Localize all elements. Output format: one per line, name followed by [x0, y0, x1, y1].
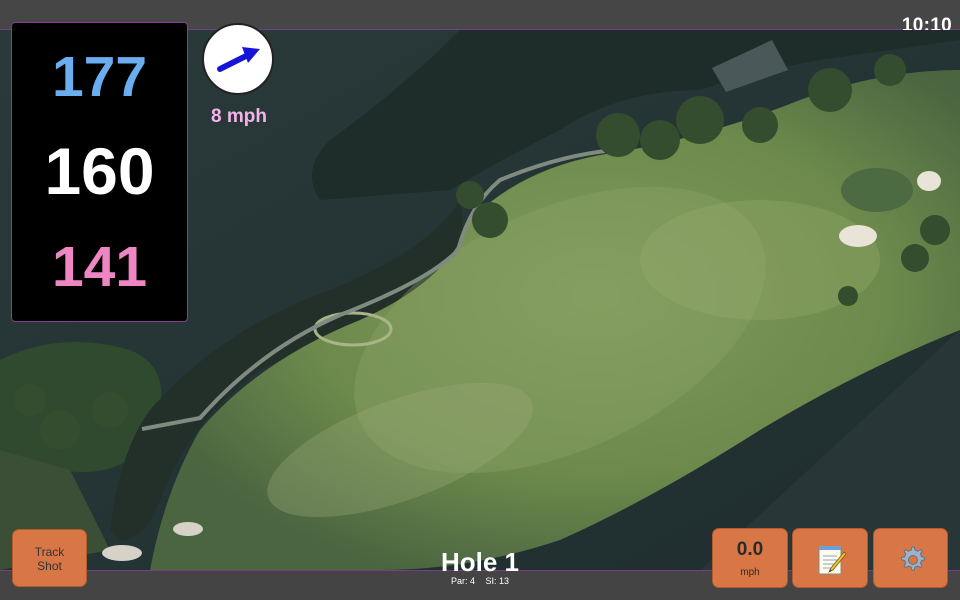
speed-button[interactable]: 0.0 mph — [712, 528, 788, 588]
track-shot-label-line2: Shot — [37, 559, 62, 573]
front-distance: 141 — [51, 235, 148, 299]
distance-panel: 177 160 141 — [11, 22, 188, 322]
speed-unit: mph — [740, 567, 760, 578]
hole-par: Par: 4 — [450, 576, 475, 586]
hole-title: Hole 1 — [440, 547, 520, 577]
track-shot-button[interactable]: Track Shot — [12, 529, 87, 587]
wind-arrow-icon — [217, 47, 260, 72]
settings-button[interactable] — [873, 528, 948, 588]
notepad-icon — [818, 546, 847, 575]
wind-speed: 8 mph — [211, 106, 267, 127]
wind-direction-dial — [202, 23, 274, 95]
speed-value: 0.0 — [736, 539, 764, 560]
gear-icon — [901, 546, 926, 571]
golf-gps-screen: 10:10 177 160 141 8 mph Track Shot Hole … — [0, 0, 960, 600]
hole-stroke-index: SI: 13 — [485, 576, 510, 586]
center-distance: 160 — [44, 134, 155, 208]
track-shot-label-line1: Track — [34, 545, 65, 559]
notes-button[interactable] — [792, 528, 868, 588]
back-distance: 177 — [51, 45, 148, 109]
hole-info: Par: 4 SI: 13 — [380, 577, 580, 586]
